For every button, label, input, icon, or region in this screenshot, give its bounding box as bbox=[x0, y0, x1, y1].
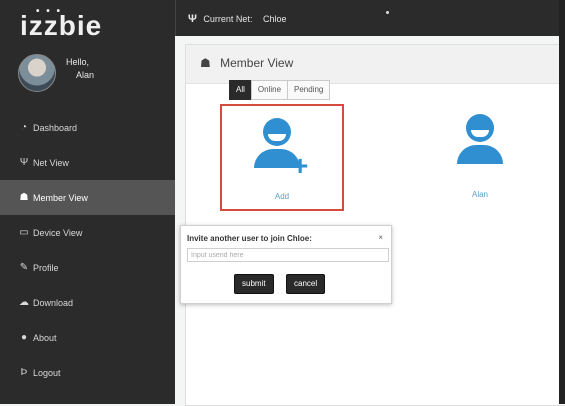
sidebar-item-label: Profile bbox=[33, 262, 59, 273]
invite-user-popup: Invite another user to join Chloe: × sub… bbox=[180, 225, 392, 304]
member-icon: ☗ bbox=[19, 192, 29, 203]
user-name: Alan bbox=[76, 70, 95, 80]
sidebar-item-label: About bbox=[33, 332, 57, 343]
screen-edge bbox=[559, 0, 565, 404]
net-icon: Ψ bbox=[188, 13, 197, 25]
info-icon: ● bbox=[20, 332, 28, 343]
logo-dots: • • • bbox=[36, 6, 63, 17]
dashboard-icon: ◔ bbox=[20, 122, 28, 133]
panel-header: ☗ Member View bbox=[186, 45, 565, 84]
sidebar-nav: ◔ Dashboard Ψ Net View ☗ Member View ▭ D… bbox=[0, 110, 175, 390]
sidebar-item-label: Device View bbox=[33, 227, 83, 238]
member-name: Alan bbox=[471, 190, 488, 199]
sidebar-item-label: Dashboard bbox=[33, 122, 78, 133]
current-net[interactable]: Ψ Current Net: Chloe bbox=[188, 13, 286, 25]
current-net-value: Chloe bbox=[262, 14, 287, 24]
app-logo[interactable]: • • • izzbie bbox=[20, 6, 102, 42]
add-member-tile[interactable]: + Add bbox=[220, 104, 344, 211]
sidebar-item-member-view[interactable]: ☗ Member View bbox=[0, 180, 175, 215]
sidebar-item-profile[interactable]: ✎ Profile bbox=[0, 250, 175, 285]
sidebar-item-label: Member View bbox=[33, 192, 88, 203]
person-body bbox=[457, 145, 503, 164]
member-filter-group: All Online Pending bbox=[229, 80, 331, 100]
close-icon[interactable]: × bbox=[378, 233, 383, 242]
cancel-button[interactable]: cancel bbox=[286, 274, 326, 294]
filter-pending-button[interactable]: Pending bbox=[287, 80, 331, 100]
cloud-download-icon: ☁ bbox=[19, 297, 29, 308]
person-smile bbox=[268, 134, 286, 141]
user-profile[interactable]: Hello, Alan bbox=[18, 54, 168, 94]
member-tile-alan[interactable]: Alan bbox=[440, 114, 520, 204]
sidebar-item-logout[interactable]: Þ Logout bbox=[0, 355, 175, 390]
sidebar-item-device-view[interactable]: ▭ Device View bbox=[0, 215, 175, 250]
net-icon: Ψ bbox=[19, 157, 29, 168]
sidebar-item-about[interactable]: ● About bbox=[0, 320, 175, 355]
plus-icon: + bbox=[292, 150, 309, 181]
user-icon bbox=[457, 114, 503, 174]
current-net-label: Current Net: bbox=[203, 14, 253, 24]
app-window: • • • izzbie Hello, Alan ◔ Dashboard Ψ N… bbox=[0, 0, 565, 406]
device-icon: ▭ bbox=[19, 227, 29, 238]
person-head bbox=[466, 114, 494, 142]
member-icon: ☗ bbox=[200, 56, 211, 70]
person-smile bbox=[471, 130, 489, 137]
filter-all-button[interactable]: All bbox=[229, 80, 252, 100]
greeting: Hello, Alan bbox=[66, 56, 94, 82]
invite-title: Invite another user to join Chloe: bbox=[187, 234, 312, 243]
logout-icon: Þ bbox=[20, 367, 28, 378]
status-dot bbox=[386, 11, 389, 14]
profile-edit-icon: ✎ bbox=[19, 262, 29, 273]
add-member-label: Add bbox=[274, 192, 290, 201]
panel-title: ☗ Member View bbox=[200, 56, 293, 70]
sidebar-item-label: Logout bbox=[33, 367, 61, 378]
person-head bbox=[263, 118, 291, 146]
submit-button[interactable]: submit bbox=[234, 274, 274, 294]
sidebar-item-label: Net View bbox=[33, 157, 69, 168]
filter-online-button[interactable]: Online bbox=[250, 80, 289, 100]
panel-title-text: Member View bbox=[220, 56, 294, 70]
sidebar-item-download[interactable]: ☁ Download bbox=[0, 285, 175, 320]
top-bar: Ψ Current Net: Chloe bbox=[175, 0, 565, 36]
sidebar: • • • izzbie Hello, Alan ◔ Dashboard Ψ N… bbox=[0, 0, 175, 404]
avatar[interactable] bbox=[18, 54, 56, 92]
sidebar-item-net-view[interactable]: Ψ Net View bbox=[0, 145, 175, 180]
greeting-text: Hello, bbox=[66, 57, 90, 67]
sidebar-item-label: Download bbox=[33, 297, 74, 308]
userid-input[interactable] bbox=[187, 248, 389, 262]
sidebar-item-dashboard[interactable]: ◔ Dashboard bbox=[0, 110, 175, 145]
